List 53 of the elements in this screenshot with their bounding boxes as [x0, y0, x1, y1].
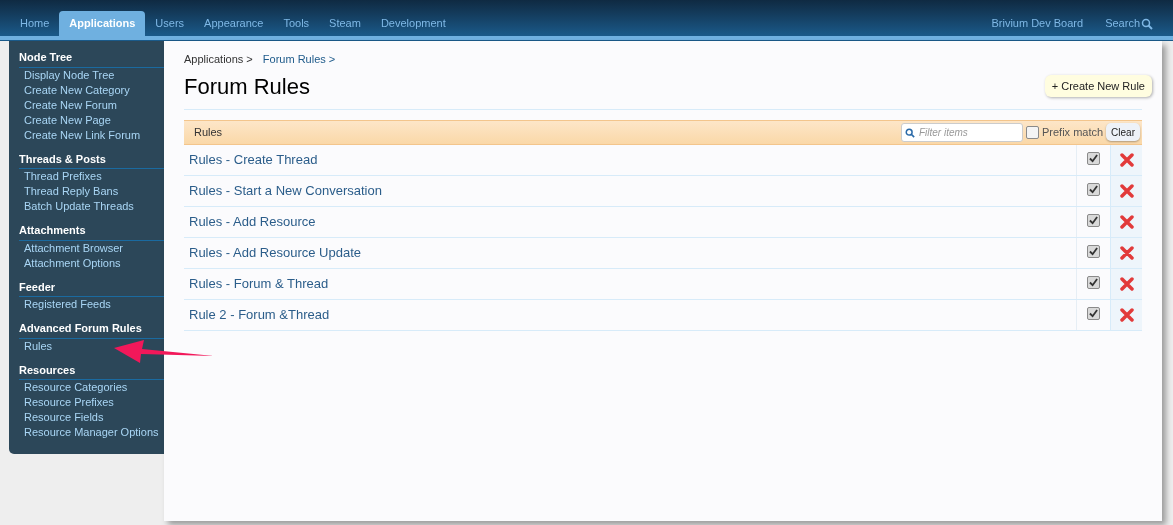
- sidebar-link[interactable]: Resource Fields: [19, 410, 164, 425]
- delete-icon[interactable]: [1119, 214, 1134, 229]
- list-heading: Rules: [194, 124, 223, 140]
- sidebar-link[interactable]: Rules: [19, 338, 164, 354]
- enabled-checkbox[interactable]: [1087, 306, 1100, 320]
- sidebar-link[interactable]: Resource Prefixes: [19, 395, 164, 410]
- rule-link[interactable]: Rules - Add Resource: [184, 206, 1076, 237]
- nav-tab[interactable]: Home: [10, 11, 60, 36]
- breadcrumb-link[interactable]: Applications >: [184, 51, 253, 68]
- sidebar-link[interactable]: Attachment Browser: [19, 240, 164, 256]
- sidebar-link[interactable]: Create New Category: [19, 82, 164, 98]
- enabled-checkbox[interactable]: [1087, 213, 1100, 227]
- rule-link[interactable]: Rules - Start a New Conversation: [184, 175, 1076, 206]
- filter-field[interactable]: Filter items: [900, 122, 1023, 142]
- nav-tab[interactable]: Development: [370, 11, 456, 36]
- sidebar-link[interactable]: Attachment Options: [19, 255, 164, 271]
- sidebar-link[interactable]: Create New Forum: [19, 97, 164, 113]
- prefix-match-label: Prefix match: [1041, 124, 1104, 140]
- nav-tab[interactable]: Users: [145, 11, 195, 36]
- rule-link[interactable]: Rules - Add Resource Update: [184, 237, 1076, 268]
- rule-link[interactable]: Rules - Create Thread: [184, 144, 1076, 175]
- nav-tab[interactable]: Appearance: [194, 11, 274, 36]
- rule-link[interactable]: Rule 2 - Forum &Thread: [184, 299, 1076, 330]
- enabled-checkbox[interactable]: [1087, 244, 1100, 258]
- nav-tab[interactable]: Tools: [273, 11, 320, 36]
- enabled-checkbox[interactable]: [1087, 182, 1100, 196]
- page-title: Forum Rules: [184, 72, 310, 101]
- create-rule-button[interactable]: + Create New Rule: [1044, 74, 1152, 98]
- enabled-checkbox[interactable]: [1087, 275, 1100, 289]
- sidebar-link[interactable]: Batch Update Threads: [19, 199, 164, 214]
- delete-icon[interactable]: [1119, 307, 1134, 322]
- sidebar-link[interactable]: Registered Feeds: [19, 297, 164, 312]
- rule-link[interactable]: Rules - Forum & Thread: [184, 268, 1076, 299]
- search-link[interactable]: Search: [1105, 15, 1153, 32]
- prefix-match-checkbox[interactable]: [1025, 125, 1039, 139]
- sidebar-link[interactable]: Create New Page: [19, 112, 164, 128]
- sidebar-link[interactable]: Resource Categories: [19, 380, 164, 395]
- search-icon: [904, 127, 915, 138]
- breadcrumb-link[interactable]: Forum Rules >: [262, 51, 336, 68]
- sidebar-link[interactable]: Thread Prefixes: [19, 169, 164, 184]
- delete-icon[interactable]: [1119, 245, 1134, 260]
- search-icon: [1141, 17, 1153, 30]
- sidebar-link[interactable]: Create New Link Forum: [19, 127, 164, 143]
- clear-button[interactable]: Clear: [1106, 123, 1140, 141]
- delete-icon[interactable]: [1119, 183, 1134, 198]
- enabled-checkbox[interactable]: [1087, 151, 1100, 165]
- sidebar-link[interactable]: Display Node Tree: [19, 67, 164, 83]
- delete-icon[interactable]: [1119, 276, 1134, 291]
- delete-icon[interactable]: [1119, 152, 1134, 167]
- sidebar-link[interactable]: Resource Manager Options: [19, 425, 164, 440]
- nav-tab[interactable]: Steam: [319, 11, 371, 36]
- board-link[interactable]: Brivium Dev Board: [991, 15, 1084, 32]
- sidebar-link[interactable]: Thread Reply Bans: [19, 184, 164, 199]
